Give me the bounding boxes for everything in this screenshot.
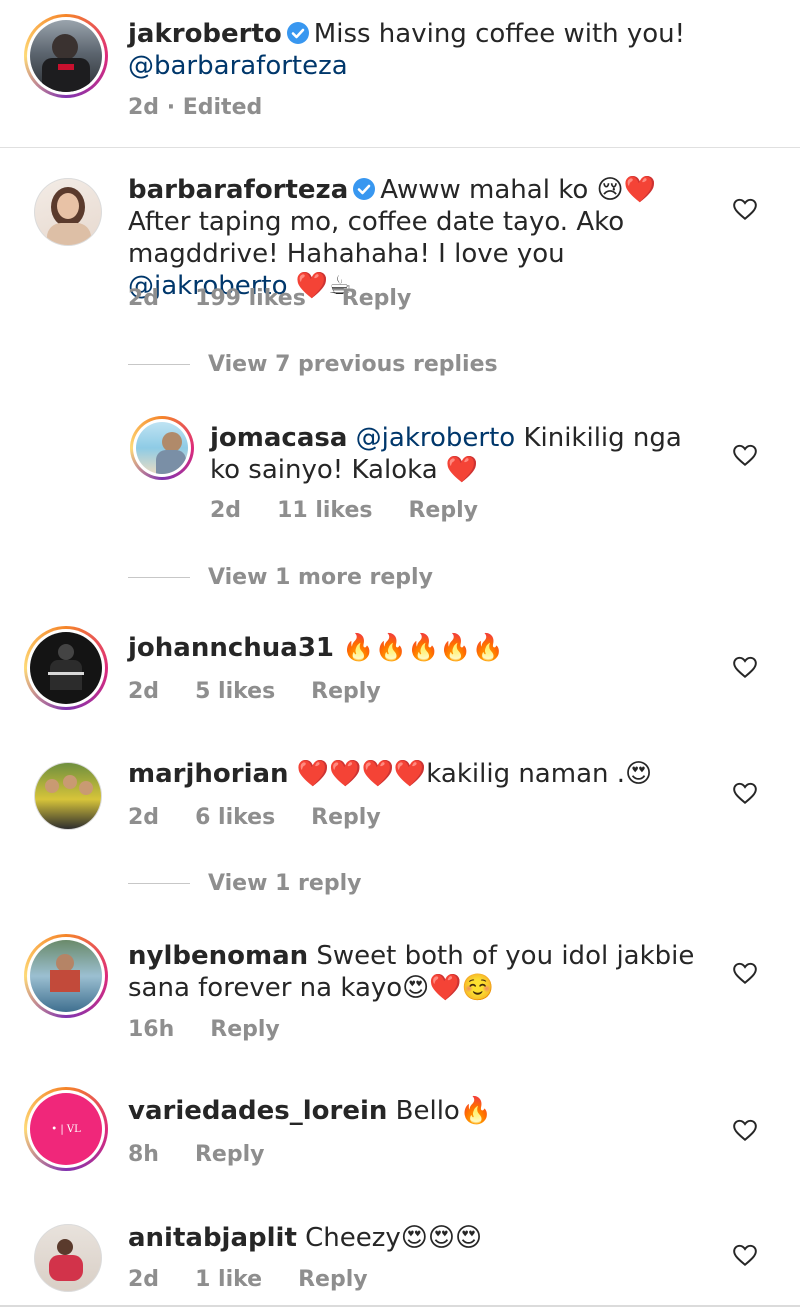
comment: anitabjaplit Cheezy😍😍😍 2d 1 like Reply bbox=[0, 1212, 800, 1307]
comment-time: 2d bbox=[128, 286, 160, 311]
reply-button[interactable]: Reply bbox=[311, 805, 381, 830]
comment-username[interactable]: jomacasa bbox=[210, 423, 347, 453]
comment: • | VL variedades_lorein Bello🔥 8h Reply bbox=[0, 1083, 800, 1183]
reply-button[interactable]: Reply bbox=[210, 1017, 280, 1042]
avatar[interactable] bbox=[34, 762, 102, 830]
comment-username[interactable]: marjhorian bbox=[128, 759, 289, 789]
comment-time: 2d bbox=[128, 1267, 160, 1292]
reply-button[interactable]: Reply bbox=[298, 1267, 368, 1292]
caption-mention[interactable]: @barbaraforteza bbox=[128, 51, 348, 81]
comment-meta: 2d 1 like Reply bbox=[128, 1267, 404, 1292]
heart-outline-icon[interactable] bbox=[732, 196, 758, 222]
avatar[interactable] bbox=[34, 1224, 102, 1292]
comment-likes[interactable]: 11 likes bbox=[277, 498, 372, 523]
comment-time: 8h bbox=[128, 1142, 159, 1167]
comment-time: 2d bbox=[128, 679, 160, 704]
reply-button[interactable]: Reply bbox=[195, 1142, 265, 1167]
comment-meta: 8h Reply bbox=[128, 1142, 300, 1167]
comment-username[interactable]: nylbenoman bbox=[128, 941, 308, 971]
view-previous-replies[interactable]: View 7 previous replies bbox=[128, 352, 498, 377]
comment: barbaraforteza Awww mahal ko 😢❤️ After ta… bbox=[0, 160, 800, 320]
comment-meta: 2d 5 likes Reply bbox=[128, 679, 417, 704]
comment-username[interactable]: johannchua31 bbox=[128, 633, 334, 663]
comment-time: 2d bbox=[210, 498, 242, 523]
comment-reply: jomacasa @jakroberto Kinikilig nga ko sa… bbox=[0, 412, 800, 532]
comment-likes[interactable]: 6 likes bbox=[195, 805, 275, 830]
comment-time: 16h bbox=[128, 1017, 175, 1042]
avatar[interactable] bbox=[24, 626, 108, 710]
heart-outline-icon[interactable] bbox=[732, 442, 758, 468]
comment-likes[interactable]: 1 like bbox=[195, 1267, 262, 1292]
comment: marjhorian ❤️❤️❤️❤️kakilig naman .😍 2d 6 … bbox=[0, 750, 800, 850]
reply-button[interactable]: Reply bbox=[342, 286, 412, 311]
reply-button[interactable]: Reply bbox=[408, 498, 478, 523]
comment-time: 2d bbox=[128, 805, 160, 830]
comment-text: Cheezy😍😍😍 bbox=[296, 1223, 483, 1253]
reply-button[interactable]: Reply bbox=[311, 679, 381, 704]
comment-username[interactable]: anitabjaplit bbox=[128, 1223, 297, 1253]
comment-meta: 2d 6 likes Reply bbox=[128, 805, 417, 830]
caption-text: Miss having coffee with you! bbox=[313, 19, 686, 49]
post-caption: jakroberto Miss having coffee with you! @… bbox=[0, 0, 800, 147]
avatar[interactable] bbox=[130, 416, 194, 480]
comment-mention[interactable]: @jakroberto bbox=[356, 423, 516, 453]
comment: nylbenoman Sweet both of you idol jakbie… bbox=[0, 930, 800, 1060]
verified-badge-icon bbox=[286, 22, 309, 44]
avatar[interactable] bbox=[24, 14, 108, 98]
divider bbox=[0, 147, 800, 148]
comment-likes[interactable]: 199 likes bbox=[195, 286, 306, 311]
comment: johannchua31 🔥🔥🔥🔥🔥 2d 5 likes Reply bbox=[0, 622, 800, 722]
caption-meta: 2d · Edited bbox=[128, 95, 263, 120]
avatar[interactable] bbox=[24, 934, 108, 1018]
heart-outline-icon[interactable] bbox=[732, 780, 758, 806]
heart-outline-icon[interactable] bbox=[732, 1242, 758, 1268]
heart-outline-icon[interactable] bbox=[732, 1117, 758, 1143]
comment-username[interactable]: variedades_lorein bbox=[128, 1096, 387, 1126]
heart-outline-icon[interactable] bbox=[732, 654, 758, 680]
view-more-replies[interactable]: View 1 more reply bbox=[128, 565, 433, 590]
comment-meta: 2d 199 likes Reply bbox=[128, 286, 447, 311]
avatar[interactable]: • | VL bbox=[24, 1087, 108, 1171]
heart-outline-icon[interactable] bbox=[732, 960, 758, 986]
comment-text: ❤️❤️❤️❤️kakilig naman .😍 bbox=[288, 759, 653, 789]
comment-text: 🔥🔥🔥🔥🔥 bbox=[334, 633, 505, 663]
avatar[interactable] bbox=[34, 178, 102, 246]
comment-meta: 2d 11 likes Reply bbox=[210, 498, 514, 523]
comment-text: Bello🔥 bbox=[387, 1096, 493, 1126]
caption-username[interactable]: jakroberto bbox=[128, 19, 282, 49]
comment-meta: 16h Reply bbox=[128, 1017, 316, 1042]
view-replies[interactable]: View 1 reply bbox=[128, 871, 361, 896]
verified-badge-icon bbox=[353, 178, 376, 200]
comment-username[interactable]: barbaraforteza bbox=[128, 175, 348, 205]
comment-likes[interactable]: 5 likes bbox=[195, 679, 275, 704]
